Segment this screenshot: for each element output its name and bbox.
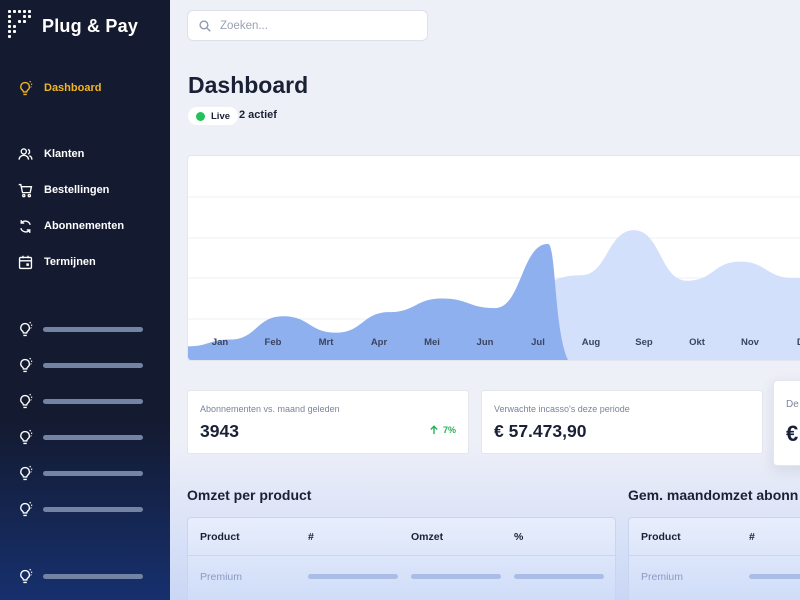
x-tick-label: Jun — [477, 337, 494, 348]
refresh-icon — [16, 217, 34, 235]
column-header[interactable]: % — [514, 531, 523, 543]
sidebar-item-label: Dashboard — [44, 82, 102, 94]
sidebar-item-termijnen[interactable]: Termijnen — [16, 253, 96, 271]
placeholder-bar — [43, 398, 143, 404]
page-title: Dashboard — [188, 72, 309, 98]
revenue-chart: JanFebMrtAprMeiJunJulAugSepOktNovDe — [187, 155, 800, 361]
x-tick-label: Aug — [582, 337, 601, 348]
cart-icon — [16, 181, 34, 199]
live-label: Live — [211, 110, 231, 122]
stat-value: 3943 — [200, 421, 239, 441]
sidebar-item-dashboard[interactable]: Dashboard — [16, 79, 101, 97]
main-content: Dashboard Live 2 actief Jan Feb Mrt Apr Mei J… — [170, 0, 800, 600]
search-box[interactable] — [187, 10, 428, 41]
stat-label: De — [786, 399, 799, 410]
sidebar-item-label: Abonnementen — [44, 220, 125, 232]
stat-value: € 57.473,90 — [494, 421, 587, 441]
lightbulb-icon — [16, 428, 34, 446]
lightbulb-icon — [16, 567, 34, 585]
search-input[interactable] — [220, 19, 410, 32]
sidebar-placeholder-item[interactable] — [16, 567, 143, 585]
lightbulb-icon — [16, 79, 34, 97]
stat-label: Abonnementen vs. maand geleden — [200, 404, 340, 414]
column-header[interactable]: Product — [641, 531, 681, 543]
placeholder-bar — [43, 470, 143, 476]
section-title-maandomzet: Gem. maandomzet abonn — [628, 487, 799, 503]
placeholder-bar — [43, 506, 143, 512]
sidebar-placeholder-item[interactable] — [16, 500, 143, 518]
column-header[interactable]: # — [749, 531, 755, 543]
stat-trend: 7% — [429, 425, 456, 435]
stat-card-partial: De € — [773, 380, 800, 466]
placeholder-bar — [43, 573, 143, 579]
table-cell-product: Premium — [200, 571, 243, 583]
lightbulb-icon — [16, 392, 34, 410]
x-tick-label: Jul — [531, 337, 545, 348]
users-icon — [16, 145, 34, 163]
avg-monthly-revenue-table: Product # Premium — [628, 517, 800, 600]
table-cell-product: Premium — [641, 571, 684, 583]
calendar-icon — [16, 253, 34, 271]
status-dot-icon — [196, 111, 205, 121]
sidebar-placeholder-item[interactable] — [16, 464, 143, 482]
app-name: Plug & Pay — [42, 15, 139, 36]
stat-card-subscriptions: Abonnementen vs. maand geleden 3943 7% — [187, 390, 469, 454]
x-tick-label: Mei — [424, 337, 440, 348]
placeholder-bar — [411, 574, 501, 579]
sidebar-placeholder-item[interactable] — [16, 356, 143, 374]
logo-icon — [8, 10, 32, 42]
x-tick-label: Okt — [689, 337, 706, 348]
live-badge: Live — [188, 107, 239, 125]
placeholder-bar — [43, 326, 143, 332]
x-tick-label: Jan — [212, 337, 229, 348]
active-count: 2 actief — [239, 109, 277, 121]
sidebar: Plug & Pay Dashboard Klanten Bestellinge… — [0, 0, 170, 600]
sidebar-item-bestellingen[interactable]: Bestellingen — [16, 181, 109, 199]
lightbulb-icon — [16, 464, 34, 482]
section-title-omzet: Omzet per product — [187, 487, 312, 503]
lightbulb-icon — [16, 356, 34, 374]
x-tick-label: Feb — [265, 337, 282, 348]
placeholder-bar — [749, 574, 800, 579]
table-header: Product # Omzet % — [188, 518, 615, 556]
placeholder-bar — [514, 574, 604, 579]
sidebar-item-label: Termijnen — [44, 256, 96, 268]
x-tick-label: Sep — [635, 337, 653, 348]
app-logo[interactable]: Plug & Pay — [8, 10, 138, 42]
sidebar-placeholder-item[interactable] — [16, 392, 143, 410]
lightbulb-icon — [16, 320, 34, 338]
table-header: Product # — [629, 518, 800, 556]
arrow-up-icon — [430, 425, 438, 434]
column-header[interactable]: Omzet — [411, 531, 443, 543]
chart-svg: JanFebMrtAprMeiJunJulAugSepOktNovDe — [188, 196, 800, 360]
placeholder-bar — [43, 434, 143, 440]
search-icon — [199, 19, 211, 32]
sidebar-placeholder-item[interactable] — [16, 428, 143, 446]
sidebar-item-abonnementen[interactable]: Abonnementen — [16, 217, 124, 235]
column-header[interactable]: # — [308, 531, 314, 543]
sidebar-item-label: Klanten — [44, 148, 85, 160]
placeholder-bar — [43, 362, 143, 368]
lightbulb-icon — [16, 500, 34, 518]
stat-label: Verwachte incasso's deze periode — [494, 404, 630, 414]
placeholder-bar — [308, 574, 398, 579]
product-revenue-table: Product # Omzet % Premium — [187, 517, 616, 600]
sidebar-placeholder-item[interactable] — [16, 320, 143, 338]
trend-value: 7% — [442, 425, 456, 435]
sidebar-item-klanten[interactable]: Klanten — [16, 145, 84, 163]
x-tick-label: Apr — [371, 337, 388, 348]
column-header[interactable]: Product — [200, 531, 240, 543]
x-tick-label: Mrt — [319, 337, 335, 348]
stat-card-incasso: Verwachte incasso's deze periode € 57.47… — [481, 390, 763, 454]
stat-value: € — [786, 421, 799, 446]
sidebar-item-label: Bestellingen — [44, 184, 110, 196]
x-tick-label: Nov — [741, 337, 760, 348]
